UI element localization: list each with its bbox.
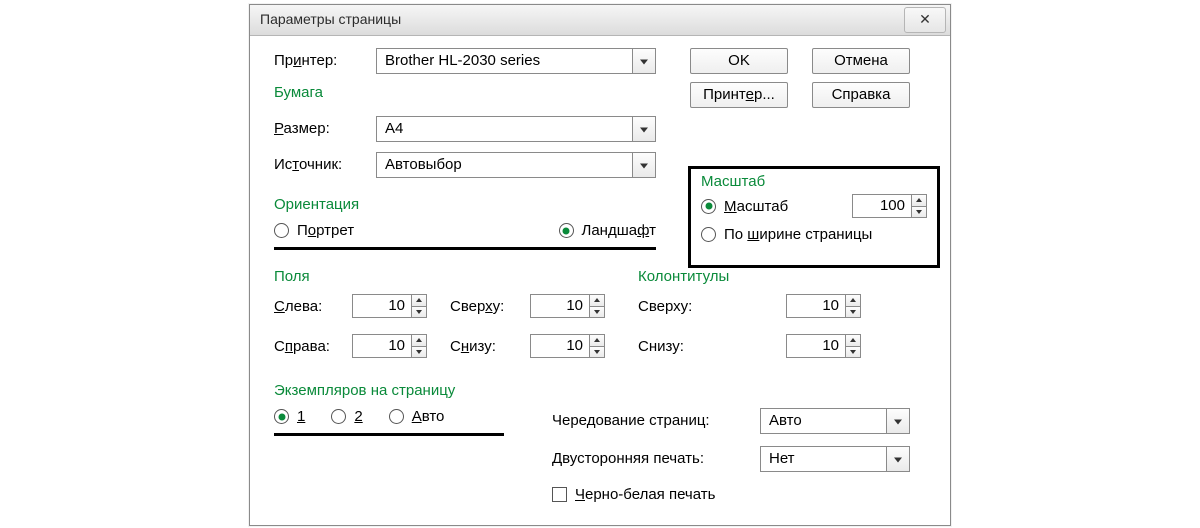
radio-icon <box>331 409 346 424</box>
copies-heading: Экземпляров на страницу <box>274 382 455 399</box>
radio-icon <box>701 227 716 242</box>
duplex-combobox[interactable]: Нет <box>760 446 910 472</box>
source-combobox[interactable]: Автовыбор <box>376 152 656 178</box>
copies-group: 1 2 Авто <box>274 408 504 436</box>
margin-right-label: Справа: <box>274 338 330 355</box>
scale-value: 100 <box>853 195 911 217</box>
copies-2-radio[interactable]: 2 <box>331 408 362 425</box>
margin-right-spinner[interactable]: 10 <box>352 334 427 358</box>
printer-button[interactable]: Принтер... <box>690 82 788 108</box>
copies-auto-radio[interactable]: Авто <box>389 408 445 425</box>
margin-left-spinner[interactable]: 10 <box>352 294 427 318</box>
paper-heading: Бумага <box>274 84 323 101</box>
source-label: Источник: <box>274 156 342 173</box>
size-label: Размер: <box>274 120 330 137</box>
down-icon <box>590 347 604 358</box>
bw-checkbox[interactable]: Черно-белая печать <box>552 486 715 503</box>
radio-icon <box>274 409 289 424</box>
headers-heading: Колонтитулы <box>638 268 729 285</box>
radio-icon <box>559 223 574 238</box>
margin-top-spinner[interactable]: 10 <box>530 294 605 318</box>
header-top-spinner[interactable]: 10 <box>786 294 861 318</box>
header-bottom-spinner[interactable]: 10 <box>786 334 861 358</box>
up-icon <box>912 195 926 207</box>
up-icon <box>846 295 860 307</box>
down-icon <box>846 347 860 358</box>
scale-percent-row: Масштаб 100 <box>701 194 927 218</box>
orientation-group: Портрет Ландшафт <box>274 222 656 250</box>
down-icon <box>912 207 926 218</box>
ok-button[interactable]: OK <box>690 48 788 74</box>
down-icon <box>590 307 604 318</box>
size-combobox[interactable]: A4 <box>376 116 656 142</box>
fit-width-radio[interactable]: По ширине страницы <box>701 226 927 243</box>
printer-combobox[interactable]: Brother HL-2030 series <box>376 48 656 74</box>
landscape-radio[interactable]: Ландшафт <box>559 222 657 239</box>
alternation-combobox[interactable]: Авто <box>760 408 910 434</box>
orientation-heading: Ориентация <box>274 196 359 213</box>
up-icon <box>590 295 604 307</box>
chevron-down-icon <box>632 153 655 177</box>
scale-percent-radio[interactable]: Масштаб <box>701 198 788 215</box>
down-icon <box>412 307 426 318</box>
margin-bottom-spinner[interactable]: 10 <box>530 334 605 358</box>
header-top-label: Сверху: <box>638 298 692 315</box>
scale-heading: Масштаб <box>701 173 927 190</box>
page-setup-dialog: Параметры страницы ✕ Принтер: Brother HL… <box>249 4 951 526</box>
titlebar: Параметры страницы ✕ <box>250 5 950 36</box>
alternation-label: Чередование страниц: <box>552 412 710 429</box>
cancel-button[interactable]: Отмена <box>812 48 910 74</box>
printer-value: Brother HL-2030 series <box>377 49 632 73</box>
copies-1-radio[interactable]: 1 <box>274 408 305 425</box>
scale-group: Масштаб Масштаб 100 По ширине страницы <box>688 166 940 268</box>
margins-heading: Поля <box>274 268 310 285</box>
header-bottom-label: Снизу: <box>638 338 684 355</box>
chevron-down-icon <box>886 409 909 433</box>
source-value: Автовыбор <box>377 153 632 177</box>
portrait-radio[interactable]: Портрет <box>274 222 354 239</box>
down-icon <box>412 347 426 358</box>
printer-label: Принтер: <box>274 52 337 69</box>
radio-icon <box>274 223 289 238</box>
margin-bottom-label: Снизу: <box>450 338 496 355</box>
margin-top-label: Сверху: <box>450 298 504 315</box>
checkbox-icon <box>552 487 567 502</box>
radio-icon <box>701 199 716 214</box>
duplex-label: Двусторонняя печать: <box>552 450 704 467</box>
down-icon <box>846 307 860 318</box>
close-icon: ✕ <box>919 11 931 27</box>
chevron-down-icon <box>632 117 655 141</box>
chevron-down-icon <box>632 49 655 73</box>
up-icon <box>412 335 426 347</box>
up-icon <box>590 335 604 347</box>
close-button[interactable]: ✕ <box>904 7 946 33</box>
radio-icon <box>389 409 404 424</box>
help-button[interactable]: Справка <box>812 82 910 108</box>
scale-spinner[interactable]: 100 <box>852 194 927 218</box>
up-icon <box>846 335 860 347</box>
size-value: A4 <box>377 117 632 141</box>
chevron-down-icon <box>886 447 909 471</box>
margin-left-label: Слева: <box>274 298 322 315</box>
up-icon <box>412 295 426 307</box>
dialog-title: Параметры страницы <box>260 11 401 27</box>
